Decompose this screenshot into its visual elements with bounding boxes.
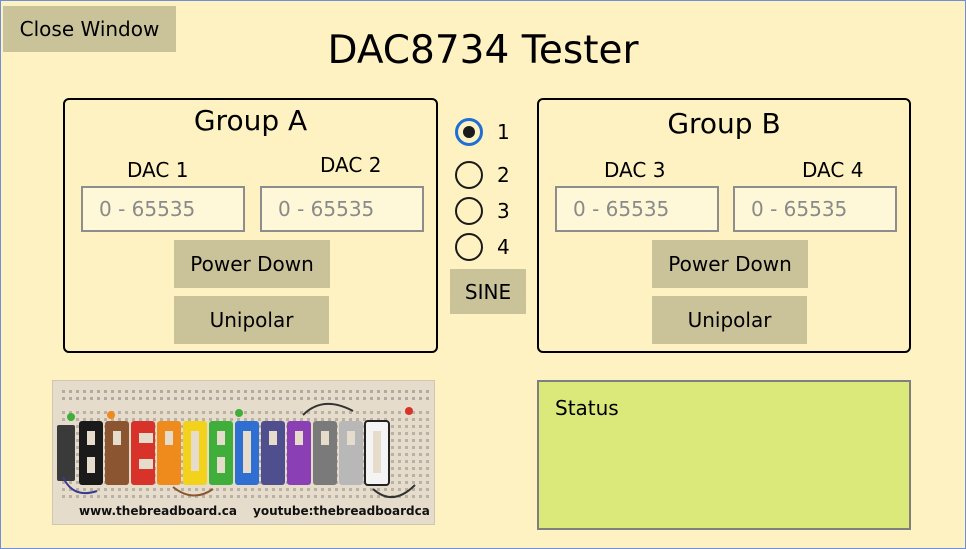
group-b-power-down-button[interactable]: Power Down [652, 240, 808, 288]
channel-radio-4[interactable]: 4 [455, 233, 510, 261]
group-a-power-down-button[interactable]: Power Down [174, 240, 330, 288]
dac4-label: DAC 4 [802, 158, 864, 182]
dac3-input[interactable] [555, 186, 719, 232]
radio-circle [455, 233, 483, 261]
page-title: DAC8734 Tester [327, 28, 639, 73]
group-a-panel: Group A DAC 1 DAC 2 Power Down Unipolar [63, 98, 438, 353]
channel-radio-3[interactable]: 3 [455, 197, 510, 225]
dac2-label: DAC 2 [320, 153, 382, 177]
logo-graphic: www.thebreadboard.ca youtube:thebreadboa… [53, 381, 434, 524]
status-panel: Status [537, 380, 911, 530]
dac3-label: DAC 3 [604, 158, 666, 182]
channel-radio-2[interactable]: 2 [455, 161, 510, 189]
channel-radio-1[interactable]: 1 [455, 118, 510, 146]
thebreadboard-logo: www.thebreadboard.ca youtube:thebreadboa… [52, 380, 435, 525]
logo-youtube-text: youtube:thebreadboardca [253, 504, 430, 518]
group-b-panel: Group B DAC 3 DAC 4 Power Down Unipolar [537, 98, 911, 353]
radio-circle [455, 197, 483, 225]
group-a-title: Group A [193, 104, 308, 137]
radio-label-3: 3 [497, 199, 510, 223]
radio-label-4: 4 [497, 235, 510, 259]
radio-circle [455, 118, 483, 146]
radio-label-1: 1 [497, 120, 510, 144]
group-a-unipolar-button[interactable]: Unipolar [174, 296, 329, 344]
radio-label-2: 2 [497, 163, 510, 187]
dac1-input[interactable] [81, 186, 245, 232]
dac2-input[interactable] [260, 186, 424, 232]
dac1-label: DAC 1 [127, 158, 189, 182]
logo-website-text: www.thebreadboard.ca [79, 504, 237, 518]
group-b-title: Group B [667, 107, 781, 140]
status-label: Status [555, 396, 619, 420]
dac4-input[interactable] [733, 186, 897, 232]
group-b-unipolar-button[interactable]: Unipolar [652, 296, 807, 344]
sine-button[interactable]: SINE [450, 269, 526, 314]
radio-circle [455, 161, 483, 189]
